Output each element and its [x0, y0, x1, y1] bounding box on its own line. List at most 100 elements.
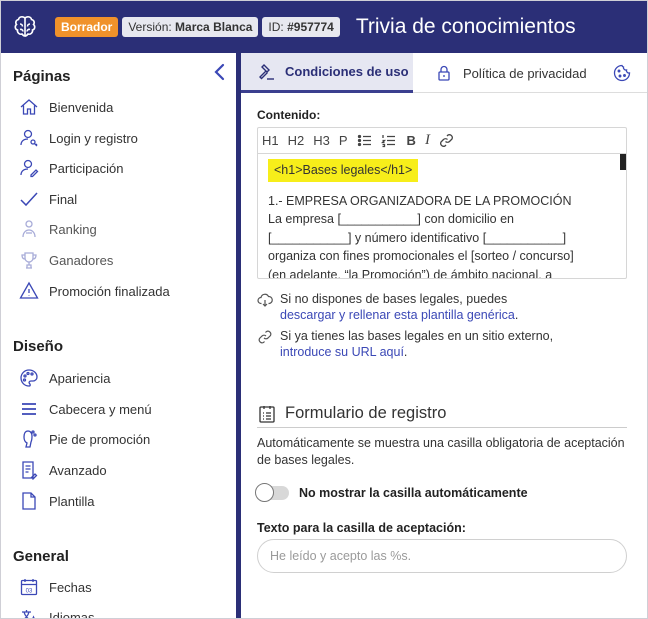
- form-list-icon: [259, 405, 275, 423]
- sidebar-item-fechas[interactable]: 03 Fechas: [19, 575, 92, 599]
- bold-button[interactable]: B: [407, 133, 416, 148]
- sidebar-item-finalizada[interactable]: Promoción finalizada: [19, 279, 170, 303]
- sidebar-item-final[interactable]: Final: [19, 187, 77, 211]
- tab-politica-de-privacidad[interactable]: Política de privacidad: [413, 53, 601, 93]
- url-help-text: Si ya tienes las bases legales en un sit…: [280, 329, 554, 343]
- sidebar-item-label: Pie de promoción: [49, 431, 151, 447]
- tab-label: Condiciones de uso: [285, 64, 409, 79]
- app-window: Borrador Versión: Marca Blanca ID: #9577…: [0, 0, 648, 619]
- editor-toolbar: H1 H2 H3 P B I: [258, 128, 626, 154]
- acceptance-text-input[interactable]: [257, 539, 627, 573]
- template-help-text: Si no dispones de bases legales, puedes: [280, 292, 508, 306]
- sidebar-item-pie[interactable]: Pie de promoción: [19, 427, 150, 451]
- sidebar-item-label: Bienvenida: [49, 99, 114, 115]
- editor-line: La empresa [___________] con domicilio e…: [268, 212, 515, 226]
- sidebar-item-idiomas[interactable]: Idiomas: [19, 605, 95, 619]
- sidebar-item-login[interactable]: Login y registro: [19, 126, 138, 150]
- editor-line: 1.- EMPRESA ORGANIZADORA DE LA PROMOCIÓN: [268, 193, 572, 208]
- sidebar-item-label: Final: [49, 191, 78, 207]
- gavel-icon: [259, 63, 274, 80]
- url-help: Si ya tienes las bases legales en un sit…: [257, 329, 553, 360]
- template-help: Si no dispones de bases legales, puedes …: [257, 292, 518, 323]
- sidebar: Páginas Bienvenida Login y registro Part…: [1, 53, 237, 619]
- content-label: Contenido:: [257, 108, 321, 122]
- status-badge-draft: Borrador: [55, 17, 119, 37]
- check-icon: [20, 192, 38, 207]
- sidebar-item-label: Plantilla: [49, 493, 95, 509]
- sidebar-section-pages: Páginas: [13, 68, 71, 85]
- sidebar-item-plantilla[interactable]: Plantilla: [19, 489, 95, 513]
- form-description: Automáticamente se muestra una casilla o…: [257, 436, 625, 467]
- tab-condiciones-de-uso[interactable]: Condiciones de uso: [241, 53, 413, 93]
- editor-line: organiza con fines promocionales el [sor…: [268, 249, 574, 263]
- tab-cookies[interactable]: [601, 53, 647, 93]
- warning-icon: [19, 281, 39, 299]
- sidebar-section-general: General: [13, 548, 69, 565]
- numbered-list-icon[interactable]: [380, 133, 396, 148]
- trophy-icon: [21, 252, 37, 269]
- acceptance-text-label: Texto para la casilla de aceptación:: [257, 521, 466, 535]
- sidebar-item-label: Fechas: [49, 579, 92, 595]
- sidebar-item-cabecera[interactable]: Cabecera y menú: [19, 397, 152, 421]
- hide-checkbox-toggle[interactable]: [255, 483, 289, 502]
- editor-body[interactable]: <h1>Bases legales</h1> 1.- EMPRESA ORGAN…: [258, 154, 626, 278]
- menu-icon: [22, 403, 36, 415]
- top-bar: Borrador Versión: Marca Blanca ID: #9577…: [1, 1, 647, 53]
- home-icon: [20, 99, 38, 115]
- italic-button[interactable]: I: [425, 132, 430, 149]
- ranking-icon: [22, 220, 36, 238]
- h1-button[interactable]: H1: [262, 133, 279, 148]
- sidebar-item-ranking[interactable]: Ranking: [19, 217, 97, 241]
- h3-button[interactable]: H3: [313, 133, 330, 148]
- hide-checkbox-toggle-row[interactable]: No mostrar la casilla automáticamente: [255, 483, 528, 502]
- toggle-knob: [255, 483, 274, 502]
- id-badge: ID: #957774: [262, 17, 340, 37]
- h2-button[interactable]: H2: [288, 133, 305, 148]
- link-icon[interactable]: [439, 133, 454, 148]
- template-help-end: .: [514, 307, 519, 322]
- svg-text:03: 03: [26, 589, 33, 595]
- link-chain-icon: [258, 330, 272, 344]
- user-edit-icon: [20, 159, 39, 178]
- sidebar-item-apariencia[interactable]: Apariencia: [19, 366, 110, 390]
- main-panel: Condiciones de uso Política de privacida…: [241, 53, 647, 618]
- palette-icon: [20, 369, 38, 387]
- bullet-list-icon[interactable]: [357, 133, 372, 148]
- sidebar-item-label: Avanzado: [49, 462, 107, 478]
- external-url-link[interactable]: introduce su URL aquí: [280, 345, 404, 359]
- editor-line: [___________] y número identificativo [_…: [268, 230, 567, 245]
- collapse-sidebar-icon[interactable]: [211, 63, 229, 81]
- sidebar-section-design: Diseño: [13, 338, 64, 355]
- sidebar-item-label: Ranking: [49, 221, 97, 237]
- version-value: Marca Blanca: [175, 20, 253, 34]
- toggle-label: No mostrar la casilla automáticamente: [299, 486, 528, 500]
- cookie-icon: [613, 64, 630, 82]
- footer-icon: [23, 430, 37, 448]
- paragraph-button[interactable]: P: [339, 133, 348, 148]
- lock-icon: [438, 65, 450, 81]
- editor-scrollbar[interactable]: [620, 154, 626, 170]
- id-value: #957774: [287, 20, 334, 34]
- sidebar-item-participacion[interactable]: Participación: [19, 156, 123, 180]
- url-help-end: .: [403, 344, 408, 359]
- id-label: ID:: [268, 20, 284, 34]
- template-download-link[interactable]: descargar y rellenar esta plantilla gené…: [280, 308, 515, 322]
- sidebar-item-bienvenida[interactable]: Bienvenida: [19, 95, 113, 119]
- sidebar-item-label: Ganadores: [49, 252, 114, 268]
- cloud-download-icon: [257, 293, 273, 307]
- template-icon: [22, 492, 36, 510]
- advanced-icon: [22, 461, 38, 480]
- version-label: Versión:: [128, 20, 172, 34]
- sidebar-item-label: Apariencia: [49, 370, 111, 386]
- version-badge[interactable]: Versión: Marca Blanca: [122, 17, 259, 37]
- sidebar-item-label: Promoción finalizada: [49, 283, 170, 299]
- form-title-text: Formulario de registro: [285, 404, 447, 422]
- calendar-icon: 03: [20, 579, 38, 596]
- tab-bar: Condiciones de uso Política de privacida…: [241, 53, 647, 93]
- sidebar-item-label: Idiomas: [49, 609, 95, 619]
- sidebar-item-label: Login y registro: [49, 130, 138, 146]
- rich-text-editor[interactable]: H1 H2 H3 P B I <h1>Bases legales</h1> 1.…: [257, 127, 627, 279]
- brain-logo-icon[interactable]: [11, 13, 39, 41]
- sidebar-item-ganadores[interactable]: Ganadores: [19, 248, 113, 272]
- sidebar-item-avanzado[interactable]: Avanzado: [19, 458, 107, 482]
